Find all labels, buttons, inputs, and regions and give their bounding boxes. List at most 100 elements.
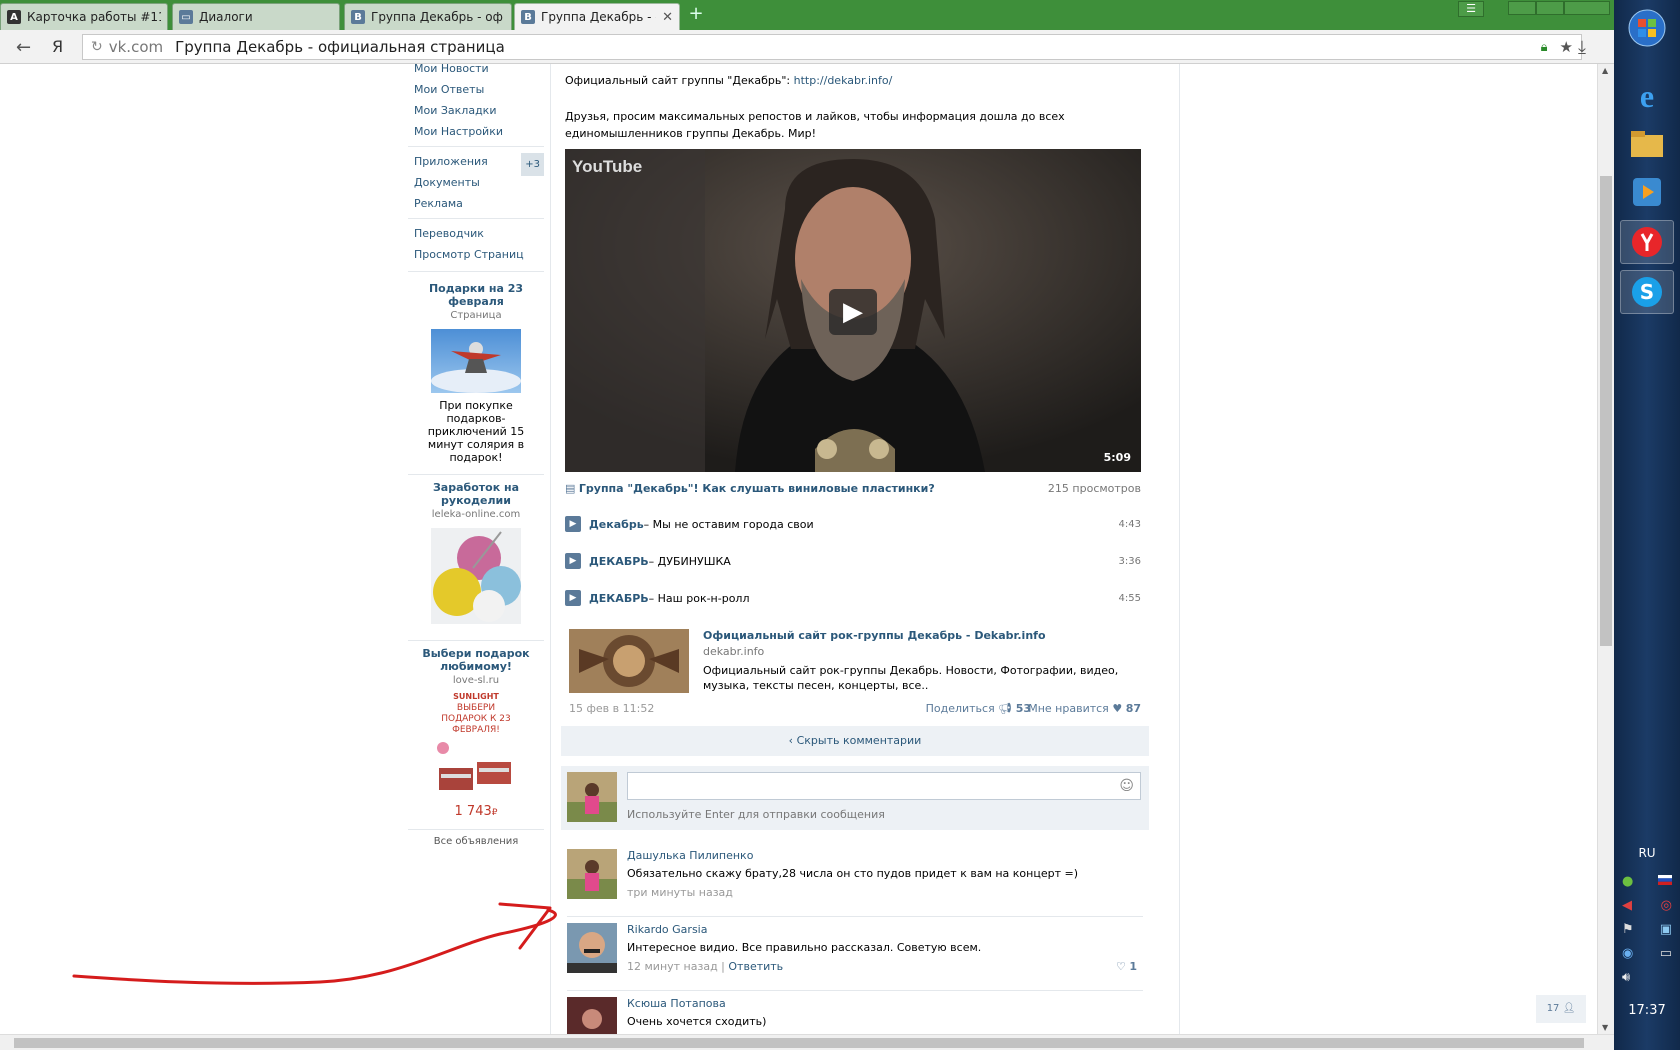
tray-network-icon[interactable]: ●: [1622, 874, 1633, 889]
comment-time[interactable]: 12 минут назад: [627, 960, 718, 973]
tray-opera-icon[interactable]: ◎: [1661, 898, 1672, 913]
yandex-browser-icon[interactable]: [1620, 220, 1674, 264]
tray-volume-icon[interactable]: 🔊︎: [1622, 970, 1630, 985]
tray-mute-icon[interactable]: ◀: [1622, 898, 1632, 913]
browser-tab-2[interactable]: ▭ Диалоги: [172, 3, 340, 30]
comment-input[interactable]: [628, 773, 1108, 799]
link-snippet-title[interactable]: Официальный сайт рок-группы Декабрь - De…: [703, 629, 1046, 642]
like-button[interactable]: Мне нравится ♥ 87: [1028, 702, 1141, 715]
tray-flag-icon[interactable]: [1658, 874, 1672, 889]
ad-title[interactable]: Подарки на 23 февраля: [408, 282, 544, 308]
menu-translator[interactable]: Переводчик: [408, 223, 544, 244]
windows-logo-icon: [1628, 9, 1666, 47]
minimize-button[interactable]: [1508, 1, 1536, 15]
video-title-link[interactable]: Группа "Декабрь"! Как слушать виниловые …: [579, 482, 935, 495]
start-button[interactable]: [1620, 6, 1674, 50]
internet-explorer-icon[interactable]: e: [1620, 74, 1674, 118]
browser-menu-icon[interactable]: ☰: [1458, 1, 1484, 17]
scroll-down-arrow-icon[interactable]: ▼: [1602, 1023, 1608, 1032]
comment-time[interactable]: три минуты назад: [627, 886, 733, 899]
menu-my-answers[interactable]: Мои Ответы: [408, 79, 544, 100]
link-snippet-image[interactable]: [569, 629, 689, 693]
tab-favicon-icon: В: [351, 10, 365, 24]
comment-author[interactable]: Rikardo Garsia: [627, 923, 707, 936]
browser-tab-4-active[interactable]: В Группа Декабрь - оф ✕: [514, 3, 680, 30]
taskbar-clock[interactable]: 17:37: [1614, 1003, 1680, 1018]
horizontal-scrollbar[interactable]: [0, 1034, 1614, 1050]
tray-display-icon[interactable]: ▭: [1660, 946, 1672, 961]
audio-track[interactable]: ▶ ДЕКАБРЬ – ДУБИНУШКА 3:36: [565, 551, 1141, 571]
ad-title[interactable]: Заработок на рукоделии: [408, 481, 544, 507]
heart-icon: ♥: [1112, 702, 1123, 715]
audio-track[interactable]: ▶ ДЕКАБРЬ – Наш рок-н-ролл 4:55: [565, 588, 1141, 608]
new-tab-button[interactable]: +: [686, 5, 706, 25]
language-indicator[interactable]: RU: [1614, 846, 1680, 860]
reload-icon[interactable]: ↻: [91, 39, 103, 55]
close-window-button[interactable]: [1564, 1, 1610, 15]
hide-comments-button[interactable]: ‹ Скрыть комментарии: [561, 726, 1149, 756]
audio-play-icon[interactable]: ▶: [565, 553, 581, 569]
vertical-scrollbar[interactable]: ▲ ▼: [1597, 64, 1614, 1034]
comment-avatar[interactable]: [567, 997, 617, 1034]
yarn-balls-icon: [431, 528, 521, 624]
scrollbar-thumb[interactable]: [1600, 176, 1612, 646]
bookmark-star-icon[interactable]: ★: [1560, 38, 1573, 56]
ad-block-handicraft[interactable]: Заработок на рукоделии leleka-online.com: [408, 475, 544, 641]
ad-cufflinks-image[interactable]: [431, 740, 521, 800]
menu-my-bookmarks[interactable]: Мои Закладки: [408, 100, 544, 121]
audio-track[interactable]: ▶ Декабрь – Мы не оставим города свои 4:…: [565, 514, 1141, 534]
audio-play-icon[interactable]: ▶: [565, 590, 581, 606]
post-date[interactable]: 15 фев в 11:52: [569, 702, 654, 715]
video-views: 215 просмотров: [1047, 482, 1141, 495]
play-button[interactable]: ▶: [829, 289, 877, 335]
back-arrow-icon[interactable]: ←: [16, 37, 31, 58]
tray-update-icon[interactable]: ◉: [1622, 946, 1633, 961]
tab-title: Карточка работы #11: [27, 10, 161, 24]
audio-artist[interactable]: ДЕКАБРЬ: [589, 592, 649, 605]
ad-skydiver-image[interactable]: [431, 329, 521, 393]
tray-action-center-icon[interactable]: ⚑: [1622, 922, 1634, 937]
ad-yarn-image[interactable]: [431, 528, 521, 624]
explorer-folder-icon[interactable]: [1620, 122, 1674, 166]
emoji-icon[interactable]: ☺: [1119, 778, 1134, 794]
comment-author[interactable]: Ксюша Потапова: [627, 997, 726, 1010]
skype-icon[interactable]: S: [1620, 270, 1674, 314]
link-snippet[interactable]: Официальный сайт рок-группы Декабрь - De…: [569, 629, 1141, 699]
youtube-logo: YouTube: [572, 157, 643, 176]
browser-tab-1[interactable]: А Карточка работы #11: [0, 3, 168, 30]
download-icon[interactable]: ⤓: [1578, 37, 1586, 58]
comment-input-box[interactable]: ☺: [627, 772, 1141, 800]
tray-row: ◀ ◎: [1622, 898, 1672, 913]
post-site-link[interactable]: http://dekabr.info/: [794, 74, 893, 87]
browser-tab-3[interactable]: В Группа Декабрь - оф: [344, 3, 512, 30]
all-ads-link[interactable]: Все объявления: [408, 836, 544, 847]
scrollbar-thumb[interactable]: [14, 1038, 1584, 1048]
scroll-up-arrow-icon[interactable]: ▲: [1602, 66, 1608, 75]
yandex-logo[interactable]: Я: [52, 37, 63, 56]
audio-artist[interactable]: Декабрь: [589, 518, 644, 531]
menu-ads[interactable]: Реклама: [408, 193, 544, 214]
audio-play-icon[interactable]: ▶: [565, 516, 581, 532]
comment-reply-link[interactable]: Ответить: [728, 960, 783, 973]
video-player[interactable]: YouTube ▶ 5:09: [565, 149, 1141, 472]
audio-artist[interactable]: ДЕКАБРЬ: [589, 555, 649, 568]
menu-page-views[interactable]: Просмотр Страниц: [408, 244, 544, 265]
browser-tab-bar: А Карточка работы #11 ▭ Диалоги В Группа…: [0, 0, 1614, 30]
my-avatar[interactable]: [567, 772, 617, 822]
online-counter[interactable]: 17 👤︎: [1536, 995, 1586, 1023]
menu-my-settings[interactable]: Мои Настройки: [408, 121, 544, 142]
ad-block-gift-love[interactable]: Выбери подарок любимому! love-sl.ru SUNL…: [408, 641, 544, 830]
tray-row: 🔊︎: [1622, 970, 1672, 985]
comment-author[interactable]: Дашулька Пилипенко: [627, 849, 753, 862]
menu-apps[interactable]: Приложения +3: [408, 151, 544, 176]
url-field[interactable]: ↻ vk.com Группа Декабрь - официальная ст…: [82, 34, 1582, 60]
ad-block-gifts[interactable]: Подарки на 23 февраля Страница При покуп…: [408, 276, 544, 475]
maximize-button[interactable]: [1536, 1, 1564, 15]
media-player-icon[interactable]: [1620, 170, 1674, 214]
comment-like-button[interactable]: ♡ 1: [1116, 960, 1137, 973]
menu-my-news[interactable]: Мои Новости: [408, 64, 544, 79]
tab-close-icon[interactable]: ✕: [662, 10, 673, 25]
tray-app-icon[interactable]: ▣: [1660, 922, 1672, 937]
ad-title[interactable]: Выбери подарок любимому!: [408, 647, 544, 673]
share-button[interactable]: Поделиться 📢︎ 53: [926, 702, 1031, 715]
